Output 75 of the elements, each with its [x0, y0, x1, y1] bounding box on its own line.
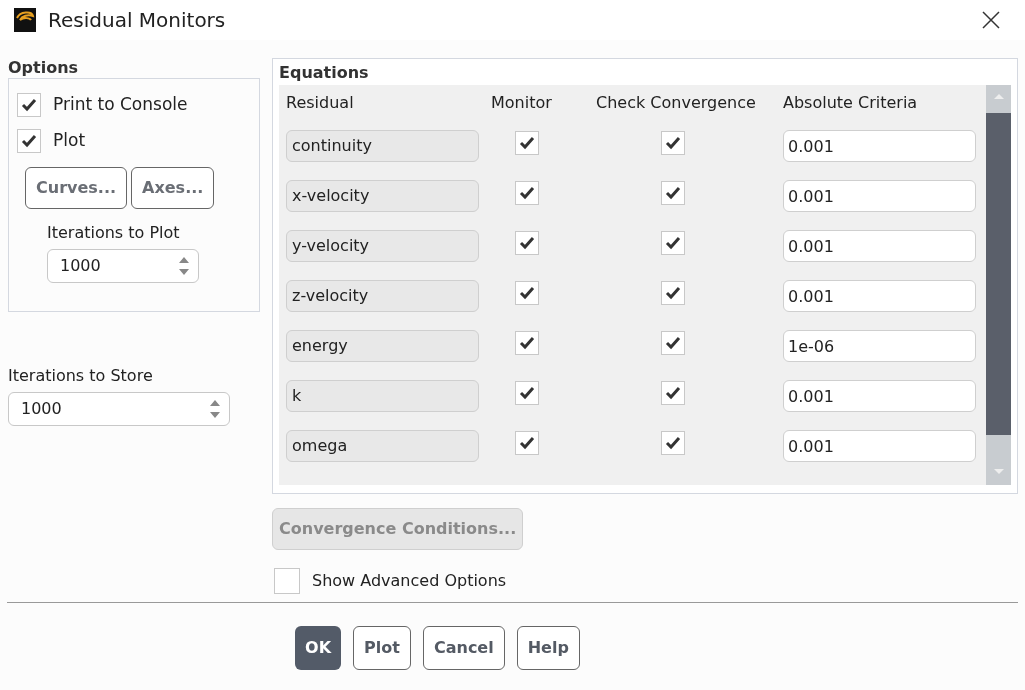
checkmark-icon [519, 386, 535, 400]
checkmark-icon [519, 436, 535, 450]
column-header: Absolute Criteria [783, 92, 919, 114]
checkbox[interactable] [661, 381, 685, 405]
spinner-value: 1000 [60, 255, 101, 277]
residual-name: z-velocity [286, 280, 479, 312]
checkbox[interactable] [661, 181, 685, 205]
checkmark-icon [665, 236, 681, 250]
spin-arrows-icon [209, 398, 221, 420]
checkmark-icon [665, 136, 681, 150]
checkbox[interactable] [515, 431, 539, 455]
criteria-field[interactable]: 0.001 [783, 430, 976, 462]
checkbox[interactable] [17, 129, 41, 153]
criteria-field[interactable]: 1e-06 [783, 330, 976, 362]
field-label: Iterations to Plot [47, 222, 181, 244]
residual-name: k [286, 380, 479, 412]
checkbox-label: Print to Console [53, 93, 188, 117]
checkbox[interactable] [515, 181, 539, 205]
checkbox[interactable] [661, 431, 685, 455]
checkbox[interactable] [515, 381, 539, 405]
section-title: Equations [279, 63, 370, 83]
spin-arrows-icon [178, 255, 190, 277]
checkmark-icon [519, 286, 535, 300]
checkbox[interactable] [515, 281, 539, 305]
checkbox-label: Plot [53, 129, 86, 153]
checkbox[interactable] [274, 568, 300, 594]
residual-name: continuity [286, 130, 479, 162]
checkmark-icon [21, 134, 37, 148]
scrollbar[interactable] [986, 85, 1011, 485]
dialog-button[interactable]: OK [295, 626, 342, 670]
checkmark-icon [519, 186, 535, 200]
checkmark-icon [665, 386, 681, 400]
column-header: Check Convergence [596, 92, 757, 114]
checkbox[interactable] [515, 231, 539, 255]
scroll-thumb[interactable] [986, 113, 1011, 435]
criteria-field[interactable]: 0.001 [783, 380, 976, 412]
checkmark-icon [519, 136, 535, 150]
residual-name: omega [286, 430, 479, 462]
field-label: Iterations to Store [8, 365, 154, 387]
criteria-field[interactable]: 0.001 [783, 130, 976, 162]
checkmark-icon [665, 336, 681, 350]
section-title: Options [8, 58, 80, 78]
window-title: Residual Monitors [48, 7, 226, 34]
panel-button[interactable]: Curves... [25, 167, 128, 209]
residual-name: x-velocity [286, 180, 479, 212]
spinner-value: 1000 [21, 398, 62, 420]
checkbox[interactable] [515, 331, 539, 355]
checkmark-icon [665, 186, 681, 200]
number-spinner[interactable]: 1000 [47, 249, 199, 283]
dialog-button[interactable]: Cancel [422, 626, 505, 670]
checkbox[interactable] [661, 231, 685, 255]
criteria-field[interactable]: 0.001 [783, 180, 976, 212]
checkmark-icon [519, 336, 535, 350]
checkbox[interactable] [661, 331, 685, 355]
residual-name: energy [286, 330, 479, 362]
residual-name: y-velocity [286, 230, 479, 262]
checkbox[interactable] [661, 281, 685, 305]
criteria-field[interactable]: 0.001 [783, 280, 976, 312]
dialog-button[interactable]: Plot [353, 626, 411, 670]
checkmark-icon [519, 236, 535, 250]
checkbox[interactable] [17, 93, 41, 117]
app-logo-icon [14, 8, 36, 32]
checkbox-label: Show Advanced Options [312, 570, 507, 592]
checkmark-icon [665, 436, 681, 450]
column-header: Monitor [491, 92, 553, 114]
checkmark-icon [665, 286, 681, 300]
checkmark-icon [21, 98, 37, 112]
checkbox[interactable] [515, 131, 539, 155]
checkbox[interactable] [661, 131, 685, 155]
criteria-field[interactable]: 0.001 [783, 230, 976, 262]
dialog-button[interactable]: Help [516, 626, 580, 670]
number-spinner[interactable]: 1000 [8, 392, 230, 426]
panel-button[interactable]: Axes... [131, 167, 215, 209]
close-icon[interactable] [981, 10, 1001, 30]
column-header: Residual [286, 92, 355, 114]
